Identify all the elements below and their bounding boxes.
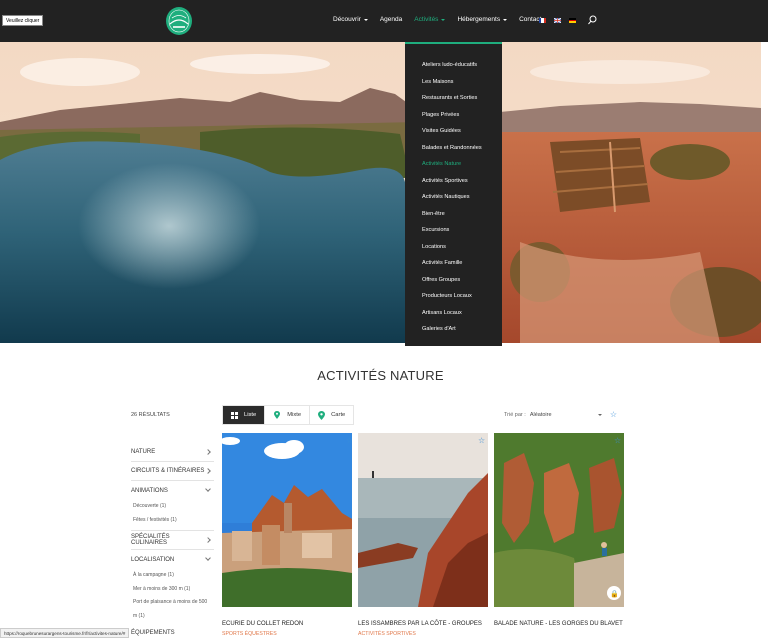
sort-select[interactable]: Aléatoire <box>530 412 602 418</box>
language-switcher <box>539 18 576 24</box>
menu-item-bien-etre[interactable]: Bien-être <box>405 206 502 223</box>
sort-control: Trié par : Aléatoire ☆ <box>504 410 617 419</box>
menu-item-maisons[interactable]: Les Maisons <box>405 74 502 91</box>
sort-label: Trié par : <box>504 411 526 418</box>
view-tab-carte[interactable]: Carte <box>310 406 353 424</box>
page: Veuillez cliquer Découvrir Agenda Activi… <box>0 0 768 638</box>
view-tab-liste[interactable]: Liste <box>223 406 266 424</box>
menu-item-galeries[interactable]: Galeries d'Art <box>405 321 502 338</box>
card-image: 🔒 ☆ <box>494 433 624 607</box>
filter-localisation[interactable]: LOCALISATION <box>131 550 214 569</box>
svg-text:☆: ☆ <box>614 436 621 445</box>
menu-item-sportives[interactable]: Activités Sportives <box>405 173 502 190</box>
chevron-right-icon <box>205 537 211 543</box>
grid-icon <box>231 411 238 419</box>
main-nav: Découvrir Agenda Activités Hébergements … <box>333 16 553 23</box>
card-title[interactable]: BALADE NATURE - LES GORGES DU BLAVET <box>494 621 624 627</box>
svg-text:☆: ☆ <box>346 436 352 445</box>
map-pin-icon <box>318 410 326 420</box>
chevron-down-icon <box>205 555 211 561</box>
hero-image <box>0 42 761 343</box>
menu-item-nautiques[interactable]: Activités Nautiques <box>405 189 502 206</box>
menu-item-producteurs[interactable]: Producteurs Locaux <box>405 288 502 305</box>
activites-dropdown-menu: Ateliers ludo-éducatifs Les Maisons Rest… <box>405 42 502 346</box>
filter-animations[interactable]: ANIMATIONS <box>131 481 214 500</box>
nav-item-decouvrir[interactable]: Découvrir <box>333 16 368 23</box>
page-title: ACTIVITÉS NATURE <box>317 368 444 383</box>
filter-sidebar: NATURE CIRCUITS & ITINÉRAIRES ANIMATIONS… <box>131 443 214 623</box>
menu-item-famille[interactable]: Activités Famille <box>405 255 502 272</box>
flag-fr-icon[interactable] <box>539 18 546 23</box>
chevron-right-icon <box>205 449 211 455</box>
filter-specialites[interactable]: SPÉCIALITÉS CULINAIRES <box>131 531 214 550</box>
filter-option[interactable]: Découverte (1) <box>131 500 214 514</box>
filter-equipements[interactable]: ÉQUIPEMENTS <box>131 630 175 636</box>
top-navigation: Veuillez cliquer Découvrir Agenda Activi… <box>0 0 768 42</box>
chevron-down-icon <box>441 19 446 21</box>
view-tab-mixte[interactable]: Mixte <box>265 406 311 424</box>
flag-de-icon[interactable] <box>569 18 576 24</box>
chevron-right-icon <box>205 468 211 474</box>
card-title[interactable]: ECURIE DU COLLET REDON <box>222 621 352 627</box>
nav-item-activites[interactable]: Activités <box>414 16 446 23</box>
browser-status-bar: https://roquebrunesurargens-tourisme.fr/… <box>0 628 130 638</box>
site-logo[interactable] <box>164 4 194 37</box>
filter-option[interactable]: Port de plaisance à moins de 500 <box>131 596 214 610</box>
chevron-down-icon <box>597 414 602 416</box>
menu-item-visites[interactable]: Visites Guidées <box>405 123 502 140</box>
flag-en-icon[interactable] <box>554 18 561 23</box>
filter-option[interactable]: Mer à moins de 300 m (1) <box>131 583 214 597</box>
chevron-down-icon <box>503 19 508 21</box>
svg-text:🔒: 🔒 <box>610 590 619 598</box>
card-image: ☆ <box>220 433 353 607</box>
star-icon[interactable]: ☆ <box>610 410 617 419</box>
svg-text:☆: ☆ <box>478 436 485 445</box>
card-category: ACTIVITÉS SPORTIVES <box>358 631 416 637</box>
menu-item-restaurants[interactable]: Restaurants et Sorties <box>405 90 502 107</box>
map-list-icon <box>274 411 281 419</box>
filter-option[interactable]: Fêtes / festivités (1) <box>131 514 214 528</box>
search-icon[interactable] <box>588 15 597 25</box>
filter-nature[interactable]: NATURE <box>131 443 214 462</box>
nav-item-hebergements[interactable]: Hébergements <box>457 16 508 23</box>
filter-circuits[interactable]: CIRCUITS & ITINÉRAIRES <box>131 462 214 481</box>
menu-item-activites-nature[interactable]: Activités Nature <box>405 156 502 173</box>
card-category: SPORTS ÉQUESTRES <box>222 631 277 637</box>
card-image: ☆ <box>358 433 488 607</box>
result-card[interactable]: ☆ ECURIE DU COLLET REDON SPORTS ÉQUESTRE… <box>220 433 353 637</box>
view-switcher: Liste Mixte Carte <box>222 405 355 425</box>
chevron-down-icon <box>363 19 368 21</box>
result-card[interactable]: 🔒 ☆ BALADE NATURE - LES GORGES DU BLAVET <box>494 433 624 631</box>
result-card[interactable]: ☆ LES ISSAMBRES PAR LA CÔTE - GROUPES AC… <box>358 433 488 637</box>
menu-item-locations[interactable]: Locations <box>405 239 502 256</box>
menu-item-balades[interactable]: Balades et Randonnées <box>405 140 502 157</box>
skip-button[interactable]: Veuillez cliquer <box>2 15 44 26</box>
menu-item-artisans[interactable]: Artisans Locaux <box>405 305 502 322</box>
menu-item-groupes[interactable]: Offres Groupes <box>405 272 502 289</box>
menu-item-plages[interactable]: Plages Privées <box>405 107 502 124</box>
card-title[interactable]: LES ISSAMBRES PAR LA CÔTE - GROUPES <box>358 621 488 627</box>
menu-item-excursions[interactable]: Excursions <box>405 222 502 239</box>
results-count: 26 RÉSULTATS <box>131 412 170 418</box>
menu-item-ateliers[interactable]: Ateliers ludo-éducatifs <box>405 57 502 74</box>
chevron-down-icon <box>205 486 211 492</box>
filter-option[interactable]: À la campagne (1) <box>131 569 214 583</box>
filter-option[interactable]: m (1) <box>131 610 214 624</box>
nav-item-agenda[interactable]: Agenda <box>380 16 402 23</box>
